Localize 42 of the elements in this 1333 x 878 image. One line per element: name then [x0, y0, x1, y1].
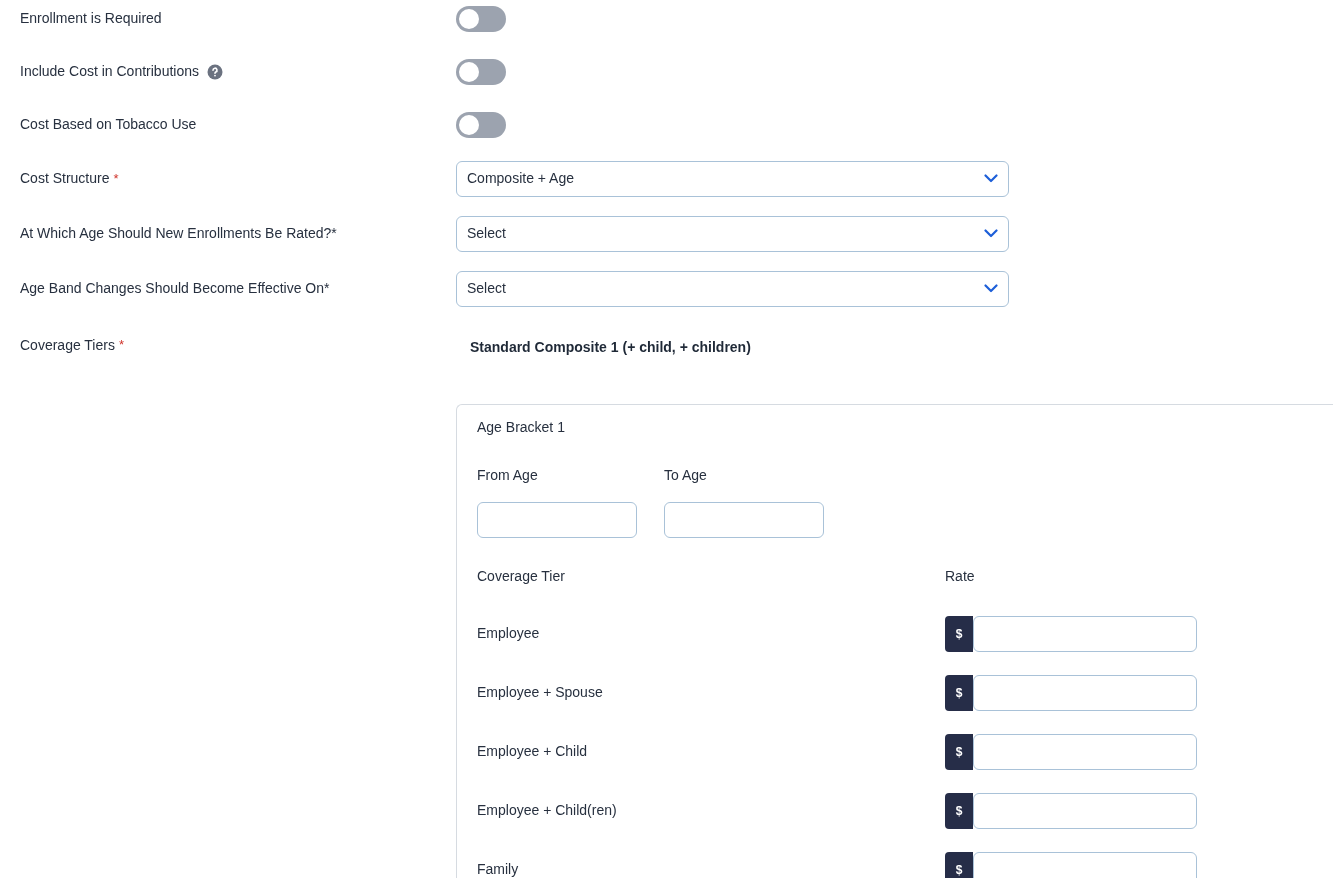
currency-addon: $	[945, 792, 973, 829]
chevron-down-icon	[984, 174, 998, 183]
dropdown[interactable]: Composite + Age	[456, 160, 1009, 197]
chevron-down-icon	[984, 229, 998, 238]
required-marker: *	[113, 169, 119, 188]
rate-input[interactable]	[973, 733, 1197, 770]
toggle-switch[interactable]	[456, 58, 506, 85]
field-label: Age Band Changes Should Become Effective On*	[20, 279, 330, 298]
currency-addon: $	[945, 674, 973, 711]
input-field[interactable]	[477, 502, 637, 538]
currency-addon: $	[945, 851, 973, 878]
toggle-switch[interactable]	[456, 111, 506, 138]
tier-label: Family	[477, 860, 520, 878]
column-header: Coverage Tier	[477, 566, 566, 586]
tier-label: Employee	[477, 624, 541, 643]
field-label: Enrollment is Required	[20, 9, 162, 28]
field-label: Cost Based on Tobacco Use	[20, 115, 197, 134]
tier-label: Employee + Spouse	[477, 683, 604, 702]
rate-input[interactable]	[973, 851, 1197, 878]
tier-label: Employee + Child	[477, 742, 589, 761]
field-label: Cost Structure	[20, 169, 110, 188]
help-icon[interactable]	[207, 63, 223, 80]
column-header: Rate	[945, 566, 975, 586]
rate-input[interactable]	[973, 674, 1197, 711]
field-label: From Age	[477, 466, 539, 485]
rate-input[interactable]	[973, 792, 1197, 829]
input-field[interactable]	[664, 502, 824, 538]
currency-addon: $	[945, 733, 973, 770]
field-label: Coverage Tiers	[20, 335, 115, 355]
dropdown[interactable]: Select	[456, 270, 1009, 307]
rate-input[interactable]	[973, 615, 1197, 652]
currency-addon: $	[945, 615, 973, 652]
tier-set-title: Standard Composite 1 (+ child, + children)	[470, 337, 751, 357]
field-label: To Age	[664, 466, 708, 485]
required-marker: *	[118, 336, 124, 355]
chevron-down-icon	[984, 284, 998, 293]
field-label: At Which Age Should New Enrollments Be Rated?*	[20, 224, 337, 243]
bracket-title: Age Bracket 1	[477, 418, 566, 437]
dropdown[interactable]: Select	[456, 215, 1009, 252]
field-label: Include Cost in Contributions	[20, 62, 199, 81]
toggle-switch[interactable]	[456, 5, 506, 32]
tier-label: Employee + Child(ren)	[477, 801, 618, 820]
